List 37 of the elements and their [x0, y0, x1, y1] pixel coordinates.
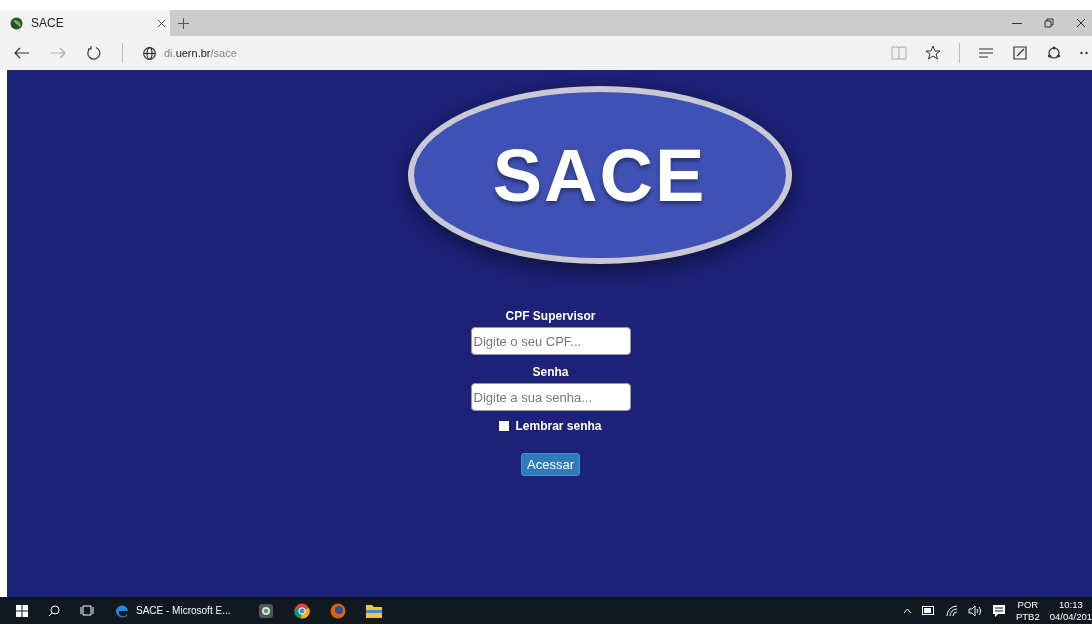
wifi-icon[interactable]	[945, 604, 958, 617]
webcam-icon[interactable]	[258, 602, 275, 619]
new-tab-icon[interactable]	[178, 17, 189, 29]
tab-title: SACE	[31, 16, 64, 30]
checkbox[interactable]	[499, 421, 510, 431]
browser-tab[interactable]: SACE	[0, 10, 170, 36]
clock[interactable]: 10:13 04/04/201	[1049, 598, 1092, 623]
task-view-icon[interactable]	[80, 605, 94, 616]
pen-icon[interactable]	[1012, 45, 1028, 61]
close-icon[interactable]	[1076, 18, 1086, 28]
search-icon[interactable]	[48, 604, 60, 617]
menu-icon[interactable]	[978, 47, 994, 59]
submit-button[interactable]: Acessar	[521, 453, 580, 476]
input-field[interactable]: Digite o seu CPF...	[470, 327, 631, 355]
folder-icon[interactable]	[366, 603, 383, 618]
chevron-icon[interactable]	[902, 607, 912, 614]
speaker-icon[interactable]	[967, 604, 982, 617]
field-label: CPF Supervisor	[505, 309, 596, 323]
restore-icon[interactable]	[1044, 18, 1054, 28]
input-field[interactable]: Digite a sua senha...	[470, 383, 631, 411]
notification-icon[interactable]	[991, 603, 1006, 618]
close-tab-icon[interactable]	[157, 18, 166, 28]
windows-icon[interactable]	[16, 604, 28, 617]
sace-logo: SACE	[407, 86, 792, 264]
chrome-icon[interactable]	[294, 602, 311, 619]
refresh-icon[interactable]	[86, 45, 102, 61]
star-icon[interactable]	[925, 45, 941, 61]
share-icon[interactable]	[1046, 45, 1062, 61]
back-icon[interactable]	[14, 47, 30, 59]
more-icon[interactable]	[1080, 51, 1088, 55]
firefox-icon[interactable]	[330, 602, 347, 619]
taskbar-app[interactable]: SACE - Microsoft E...	[114, 602, 231, 619]
address-bar[interactable]: di.uern.br/sace	[164, 47, 237, 59]
field-label: Senha	[532, 365, 569, 379]
checkbox-label: Lembrar senha	[515, 419, 602, 433]
language-indicator[interactable]: POR PTB2	[1015, 598, 1040, 623]
battery-icon[interactable]	[921, 606, 936, 615]
